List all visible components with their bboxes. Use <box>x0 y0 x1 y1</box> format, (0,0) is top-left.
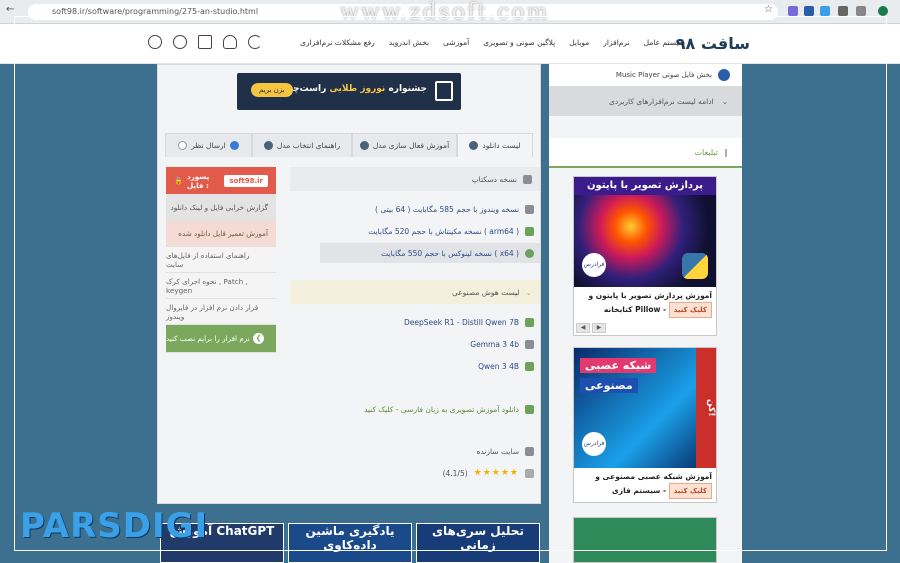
nav-item[interactable]: آموزشی <box>443 38 469 47</box>
chevron-icon: ❮ <box>253 333 264 344</box>
download-mac[interactable]: نسخه مکینتاش با حجم 520 مگابایت ( arm64 … <box>320 221 540 241</box>
profile-icon[interactable] <box>878 6 888 16</box>
tab-comment[interactable]: ارسال نظر <box>165 133 252 157</box>
chevron-down-icon: ⌄ <box>721 96 728 106</box>
rating-value: (4.1/5) <box>442 468 468 478</box>
linux-icon <box>525 248 534 258</box>
course-thumb[interactable]: تحلیل سری‌های زمانی <box>416 523 540 563</box>
watermark: www.zdsoft.com <box>340 0 550 25</box>
video-tutorial-link[interactable]: دانلود آموزش تصویری به زبان فارسی - کلیک… <box>290 399 540 419</box>
menu-icon: ‖ <box>724 147 728 157</box>
report-broken-link[interactable]: گزارش خرابی فایل و لینک دانلود <box>166 195 276 221</box>
brand-watermark: PARSDIGI <box>20 506 209 546</box>
crack-help-link[interactable]: نحوه اجرای کرک , Patch , keygen <box>166 273 276 299</box>
tab-activation[interactable]: آموزش فعال سازی مدل <box>352 133 457 157</box>
user-icon[interactable] <box>173 35 187 49</box>
nav-item[interactable]: رفع مشکلات نرم‌افزاری <box>300 38 375 47</box>
star-icon <box>525 468 534 478</box>
ad-image: پردازش تصویر با پایتون فرادرس <box>574 177 716 287</box>
header-icons <box>148 35 262 49</box>
tab-download-list[interactable]: لیست دانلود <box>457 133 533 157</box>
ai-list-header: لیست هوش مصنوعی ⌄ <box>290 280 540 304</box>
check-icon <box>525 339 534 349</box>
ad-pager: ◀ ▶ <box>574 321 716 335</box>
extension-icon[interactable] <box>804 6 814 16</box>
banner-button[interactable]: بزن بریم <box>251 83 293 97</box>
nav-item[interactable]: بخش اندروید <box>389 38 429 47</box>
extension-icon[interactable] <box>820 6 830 16</box>
comment-icon <box>178 141 188 150</box>
nav-item[interactable]: موبایل <box>569 38 589 47</box>
prev-arrow-icon[interactable]: ◀ <box>576 323 590 333</box>
ad-image: شبکه عصبی مصنوعی فرادرس کن! <box>574 348 716 468</box>
tab-model-guide[interactable]: راهنمای انتخاب مدل <box>252 133 352 157</box>
download-icon <box>525 317 534 327</box>
nav-item[interactable]: پلاگین صوتی و تصویری <box>483 38 555 47</box>
ad-card[interactable]: شبکه عصبی مصنوعی فرادرس کن! آموزش شبکه ع… <box>573 347 717 503</box>
ads-header: تبلیغات ‖ <box>549 138 742 168</box>
desktop-header: نسخه دسکتاپ <box>290 167 540 191</box>
firewall-link[interactable]: قرار دادن نرم افزار در فایروال ویندوز <box>166 299 276 325</box>
site-logo[interactable]: سافت ۹۸ <box>676 34 750 53</box>
download-tabs: لیست دانلود آموزش فعال سازی مدل راهنمای … <box>165 133 533 157</box>
mail-icon[interactable] <box>198 35 212 49</box>
plus-icon <box>263 141 273 150</box>
ad-card[interactable]: پردازش تصویر با پایتون فرادرس آموزش پردا… <box>573 176 717 336</box>
info-icon <box>229 141 239 150</box>
ai-model-item[interactable]: Qwen 3 4B <box>320 356 540 376</box>
ai-model-item[interactable]: Gemma 3 4b <box>320 334 540 354</box>
back-icon[interactable]: ← <box>6 4 14 15</box>
install-for-me-button[interactable]: نرم افزار را برایم نصب کنید ❮ <box>166 325 276 353</box>
vendor-site-link[interactable]: سایت سازنده <box>290 441 540 461</box>
music-player-item[interactable]: Music Player بخش فایل صوتی <box>549 64 742 86</box>
banner-text: جشنواره نوروز طلایی راست‌چین <box>281 84 427 94</box>
nav-item[interactable]: نرم‌افزار <box>603 38 629 47</box>
star-icon[interactable]: ☆ <box>764 4 773 15</box>
next-arrow-icon[interactable]: ▶ <box>592 323 606 333</box>
monitor-icon <box>523 174 532 184</box>
faradars-logo: فرادرس <box>582 253 606 277</box>
plus-icon <box>359 141 369 150</box>
rtl-logo-icon <box>435 81 453 101</box>
ad-card[interactable] <box>573 517 717 563</box>
extension-icon[interactable] <box>856 6 866 16</box>
promo-banner[interactable]: جشنواره نوروز طلایی راست‌چین بزن بریم <box>237 73 461 110</box>
ad-caption: آموزش پردازش تصویر با پایتون و کتابخانه … <box>574 287 716 321</box>
download-help-box: 🔒 پسورد فایل : soft98.ir گزارش خرابی فای… <box>166 167 276 353</box>
moon-icon[interactable] <box>248 35 262 49</box>
bell-icon[interactable] <box>223 35 237 49</box>
lock-icon: 🔒 <box>174 176 183 185</box>
search-icon[interactable] <box>148 35 162 49</box>
site-guide-link[interactable]: راهنمای استفاده از فایل‌های سایت <box>166 247 276 273</box>
site-header: سافت ۹۸ سیستم عامل نرم‌افزار موبایل پلاگ… <box>0 24 900 64</box>
main-nav: سیستم عامل نرم‌افزار موبایل پلاگین صوتی … <box>300 38 685 47</box>
password-row: 🔒 پسورد فایل : soft98.ir <box>166 167 276 195</box>
rating-row: (4.1/5) ★★★★★ <box>290 463 540 483</box>
ad-caption: آموزش شبکه عصبی مصنوعی و سیستم فازی - کل… <box>574 468 716 502</box>
python-icon <box>682 253 708 279</box>
download-icon <box>525 361 534 371</box>
extension-icon[interactable] <box>788 6 798 16</box>
ad-click-button[interactable]: کلیک کنید <box>668 302 712 318</box>
download-linux[interactable]: نسخه لینوکس با حجم 550 مگابایت ( x64 ) <box>320 243 540 263</box>
windows-icon <box>525 204 534 214</box>
faradars-logo: فرادرس <box>582 432 606 456</box>
ad-click-button[interactable]: کلیک کنید <box>668 483 712 499</box>
home-icon <box>525 446 534 456</box>
chevron-down-icon: ⌄ <box>525 287 532 297</box>
apple-icon <box>525 226 534 236</box>
more-apps-link[interactable]: ادامه لیست نرم‌افزارهای کاربردی ⌄ <box>549 86 742 116</box>
star-rating[interactable]: ★★★★★ <box>474 468 519 478</box>
extension-icon[interactable] <box>838 6 848 16</box>
ai-model-item[interactable]: DeepSeek R1 - Distill Qwen 7B <box>320 312 540 332</box>
cloud-download-icon <box>469 141 479 150</box>
fix-corrupt-link[interactable]: آموزش تعمیر فایل دانلود شده <box>166 221 276 247</box>
video-icon <box>525 404 534 414</box>
music-player-icon <box>718 69 730 81</box>
download-windows[interactable]: نسخه ویندوز با حجم 585 مگابایت ( 64 بیتی… <box>320 199 540 219</box>
password-value[interactable]: soft98.ir <box>224 174 268 187</box>
nav-item[interactable]: سیستم عامل <box>644 38 685 47</box>
course-thumb[interactable]: یادگیری ماشین داده‌کاوی <box>288 523 412 563</box>
